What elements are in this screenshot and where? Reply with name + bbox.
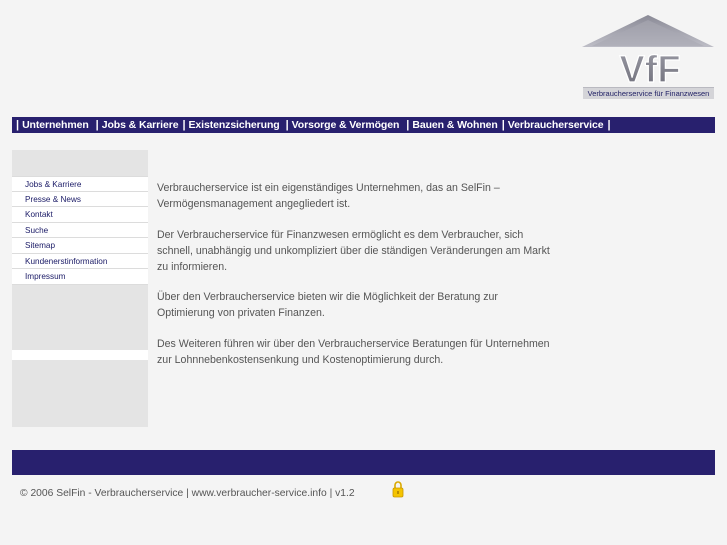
nav-separator: | [285, 119, 289, 131]
nav-separator: | [16, 119, 20, 131]
nav-separator: | [182, 119, 186, 131]
padlock-icon[interactable] [392, 480, 404, 498]
nav-separator: | [607, 119, 611, 131]
main-content: Verbraucherservice ist ein eigenständige… [157, 180, 557, 382]
sidebar-item-suche[interactable]: Suche [12, 222, 148, 238]
nav-item-bauen-wohnen[interactable]: Bauen & Wohnen [412, 119, 497, 131]
sidebar-item-sitemap[interactable]: Sitemap [12, 238, 148, 254]
logo-subtitle: Verbraucherservice für Finanzwesen [583, 87, 714, 99]
sidebar-item-presse-news[interactable]: Presse & News [12, 191, 148, 207]
sidebar: Jobs & Karriere Presse & News Kontakt Su… [12, 150, 148, 427]
nav-item-vorsorge-vermoegen[interactable]: Vorsorge & Vermögen [292, 119, 400, 131]
nav-separator: | [501, 119, 505, 131]
sidebar-item-kontakt[interactable]: Kontakt [12, 207, 148, 223]
house-roof-icon: VfF [582, 15, 714, 88]
sidebar-menu: Jobs & Karriere Presse & News Kontakt Su… [12, 176, 148, 285]
vff-logo[interactable]: VfF Verbraucherservice für Finanzwesen [580, 14, 716, 100]
sidebar-header [12, 150, 148, 176]
top-navigation: | Unternehmen | Jobs & Karriere | Existe… [12, 117, 715, 133]
content-paragraph: Des Weiteren führen wir über den Verbrau… [157, 337, 550, 366]
content-paragraph: Verbraucherservice ist ein eigenständige… [157, 182, 500, 210]
sidebar-item-kundenerstinformation[interactable]: Kundenerstinformation [12, 253, 148, 269]
content-paragraph: Der Verbraucherservice für Finanzwesen e… [157, 228, 550, 273]
sidebar-item-impressum[interactable]: Impressum [12, 269, 148, 285]
nav-separator: | [406, 119, 410, 131]
footer-bar [12, 450, 715, 475]
footer-copyright: © 2006 SelFin - Verbraucherservice | www… [20, 488, 355, 499]
nav-separator: | [95, 119, 99, 131]
logo-wordmark: VfF [619, 49, 680, 88]
sidebar-divider [12, 350, 148, 360]
nav-item-existenzsicherung[interactable]: Existenzsicherung [189, 119, 280, 131]
nav-item-unternehmen[interactable]: Unternehmen [22, 119, 89, 131]
nav-item-verbraucherservice[interactable]: Verbraucherservice [508, 119, 604, 131]
content-paragraph: Über den Verbraucherservice bieten wir d… [157, 291, 498, 319]
sidebar-item-jobs-karriere[interactable]: Jobs & Karriere [12, 176, 148, 192]
nav-item-jobs-karriere[interactable]: Jobs & Karriere [102, 119, 179, 131]
